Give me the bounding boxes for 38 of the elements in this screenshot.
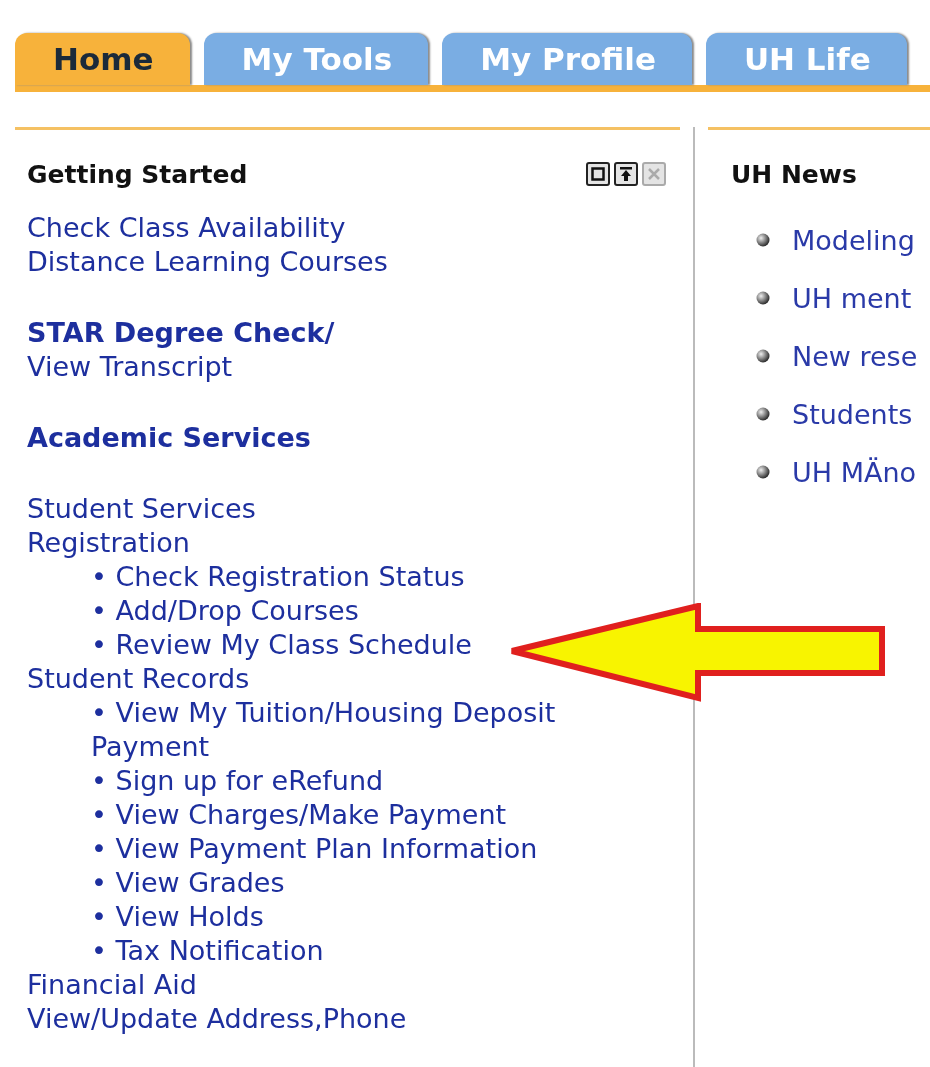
link[interactable]: • Check Registration Status xyxy=(91,560,465,594)
news-link[interactable]: UH MÄno xyxy=(792,456,917,488)
arrow-up-icon xyxy=(619,167,633,181)
news-link[interactable]: Modeling xyxy=(792,224,915,256)
link[interactable]: • View My Tuition/Housing Deposit Payment xyxy=(91,696,611,764)
link[interactable]: • Review My Class Schedule xyxy=(91,628,472,662)
link[interactable]: Student Services xyxy=(27,492,256,526)
link[interactable]: • View Payment Plan Information xyxy=(91,832,538,866)
tab[interactable]: Home xyxy=(15,33,190,85)
bullet-icon xyxy=(756,233,770,247)
link[interactable]: • Add/Drop Courses xyxy=(91,594,359,628)
panel-title: UH News xyxy=(731,159,857,189)
link[interactable]: • Sign up for eRefund xyxy=(91,764,384,798)
link[interactable]: View Transcript xyxy=(27,350,233,384)
link[interactable]: • View Charges/Make Payment xyxy=(91,798,507,832)
bullet-icon xyxy=(756,465,770,479)
link[interactable]: STAR Degree Check/ xyxy=(27,316,335,350)
maximize-button[interactable] xyxy=(586,162,610,186)
panel-title: Getting Started xyxy=(27,159,248,189)
link[interactable]: • View Grades xyxy=(91,866,285,900)
move-top-button[interactable] xyxy=(614,162,638,186)
link[interactable]: Financial Aid xyxy=(27,968,197,1002)
news-link[interactable]: New rese xyxy=(792,340,918,372)
link[interactable]: Student Records xyxy=(27,662,250,696)
window-icon xyxy=(591,167,605,181)
link[interactable]: • Tax Notification xyxy=(91,934,324,968)
bullet-icon xyxy=(756,291,770,305)
bullet-icon xyxy=(756,349,770,363)
link[interactable]: View/Update Address,Phone xyxy=(27,1002,407,1036)
bullet-icon xyxy=(756,407,770,421)
news-link[interactable]: Students xyxy=(792,398,913,430)
link[interactable]: Distance Learning Courses xyxy=(27,245,388,279)
link[interactable]: • View Holds xyxy=(91,900,264,934)
link[interactable]: Check Class Availability xyxy=(27,211,346,245)
link[interactable]: Registration xyxy=(27,526,190,560)
link[interactable]: Academic Services xyxy=(27,421,311,455)
news-link[interactable]: UH ment xyxy=(792,282,912,314)
close-icon xyxy=(647,167,661,181)
